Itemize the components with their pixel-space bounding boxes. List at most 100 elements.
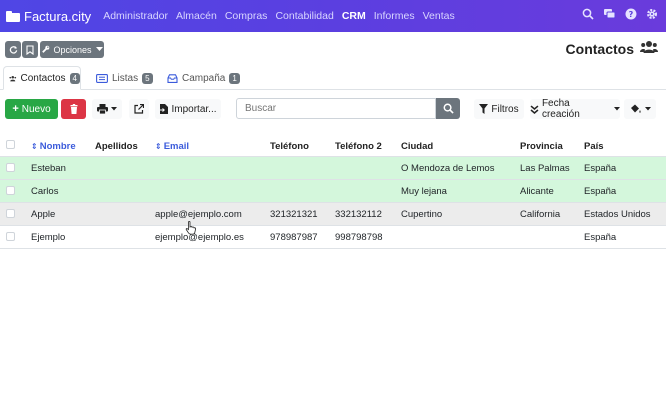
table-row[interactable]: Ejemplo ejemplo@ejemplo.es 978987987 998… bbox=[0, 226, 666, 249]
list-card-icon bbox=[96, 73, 108, 83]
column-header-email-label: Email bbox=[163, 140, 190, 152]
new-button[interactable]: + Nuevo bbox=[5, 99, 58, 119]
gear-icon[interactable] bbox=[646, 8, 658, 20]
tab-campana-count: 1 bbox=[229, 72, 240, 84]
cell-nombre[interactable]: Esteban bbox=[31, 157, 66, 179]
tab-contactos-count: 4 bbox=[69, 72, 80, 84]
menu-item-crm[interactable]: CRM bbox=[342, 10, 366, 22]
tab-campana[interactable]: Campaña 1 bbox=[167, 66, 240, 90]
table-header-row: ⇕ Nombre Apellidos ⇕ Email Teléfono Telé… bbox=[0, 136, 666, 157]
users-icon bbox=[9, 75, 17, 81]
table-row[interactable]: Esteban O Mendoza de Lemos Las Palmas Es… bbox=[0, 157, 666, 180]
color-rules-button[interactable] bbox=[624, 99, 656, 119]
column-header-email[interactable]: ⇕ Email bbox=[155, 136, 189, 156]
navbar-icons: ? bbox=[582, 8, 658, 20]
cell-ciudad: Cupertino bbox=[401, 208, 443, 220]
contacts-table: ⇕ Nombre Apellidos ⇕ Email Teléfono Telé… bbox=[0, 136, 666, 249]
row-checkbox[interactable] bbox=[6, 163, 15, 172]
hand-cursor-icon bbox=[185, 221, 197, 235]
brand[interactable]: Factura.city bbox=[6, 9, 91, 24]
brand-name: Factura.city bbox=[24, 8, 92, 24]
filters-button-label: Filtros bbox=[491, 103, 519, 115]
row-checkbox[interactable] bbox=[6, 232, 15, 241]
options-button[interactable]: Opciones bbox=[40, 41, 104, 58]
cell-nombre[interactable]: Carlos bbox=[31, 180, 58, 202]
sort-button[interactable]: Fecha creación bbox=[530, 98, 620, 120]
cell-telefono2: 332132112 bbox=[335, 208, 382, 220]
tab-contactos[interactable]: Contactos 4 bbox=[3, 66, 81, 90]
import-button[interactable]: Importar... bbox=[155, 99, 221, 119]
external-link-icon bbox=[134, 104, 144, 114]
column-header-telefono2[interactable]: Teléfono 2 bbox=[335, 136, 382, 156]
sort-icon: ⇕ bbox=[155, 141, 162, 151]
search-icon[interactable] bbox=[582, 8, 594, 20]
column-header-apellidos[interactable]: Apellidos bbox=[95, 136, 138, 156]
chat-icon[interactable] bbox=[603, 8, 616, 20]
tab-listas-count: 5 bbox=[142, 72, 153, 84]
cell-provincia: Alicante bbox=[520, 185, 554, 197]
cell-pais: Estados Unidos bbox=[584, 208, 651, 220]
filters-button[interactable]: Filtros bbox=[474, 99, 524, 119]
options-label: Opciones bbox=[53, 44, 92, 55]
search-button[interactable] bbox=[436, 98, 460, 119]
import-button-label: Importar... bbox=[171, 103, 217, 115]
cell-pais: España bbox=[584, 162, 617, 174]
print-button[interactable] bbox=[92, 99, 122, 119]
cell-nombre[interactable]: Apple bbox=[31, 203, 55, 225]
export-button[interactable] bbox=[129, 99, 149, 119]
menu-item-informes[interactable]: Informes bbox=[374, 10, 415, 22]
cell-pais: España bbox=[584, 231, 617, 243]
menu-item-administrador[interactable]: Administrador bbox=[103, 10, 168, 22]
cell-ciudad: O Mendoza de Lemos bbox=[401, 162, 495, 174]
page-title: Contactos bbox=[565, 41, 634, 57]
tab-listas-label: Listas bbox=[112, 72, 139, 84]
delete-button[interactable] bbox=[61, 99, 86, 119]
table-row[interactable]: Carlos Muy lejana Alicante España bbox=[0, 180, 666, 203]
bookmark-button[interactable] bbox=[22, 41, 38, 58]
help-icon[interactable]: ? bbox=[625, 8, 637, 20]
bookmark-icon bbox=[26, 44, 34, 55]
main-menu: Administrador Almacén Compras Contabilid… bbox=[103, 10, 463, 22]
table-row[interactable]: Apple apple@ejemplo.com 321321321 332132… bbox=[0, 203, 666, 226]
tab-bar: Contactos 4 Listas 5 Campaña 1 bbox=[0, 66, 666, 90]
plus-icon: + bbox=[12, 103, 19, 115]
top-navbar: Factura.city Administrador Almacén Compr… bbox=[0, 0, 666, 32]
cell-provincia: Las Palmas bbox=[520, 162, 570, 174]
column-header-ciudad[interactable]: Ciudad bbox=[401, 136, 433, 156]
trash-icon bbox=[70, 104, 77, 114]
tab-listas[interactable]: Listas 5 bbox=[96, 66, 153, 90]
folder-icon bbox=[6, 10, 20, 22]
tab-contactos-label: Contactos bbox=[20, 72, 66, 84]
new-button-label: Nuevo bbox=[21, 103, 51, 115]
menu-item-ventas[interactable]: Ventas bbox=[423, 10, 455, 22]
cell-telefono: 978987987 bbox=[270, 231, 318, 243]
wrench-icon bbox=[42, 45, 50, 53]
tab-campana-label: Campaña bbox=[182, 72, 226, 84]
cell-pais: España bbox=[584, 185, 617, 197]
column-header-pais[interactable]: País bbox=[584, 136, 604, 156]
paint-bucket-icon bbox=[630, 104, 641, 113]
menu-item-contabilidad[interactable]: Contabilidad bbox=[275, 10, 333, 22]
caret-down-icon bbox=[111, 107, 117, 111]
filter-icon bbox=[479, 104, 489, 114]
refresh-button[interactable] bbox=[5, 41, 21, 58]
cell-email: apple@ejemplo.com bbox=[155, 208, 242, 220]
refresh-icon bbox=[9, 45, 17, 54]
row-checkbox[interactable] bbox=[6, 209, 15, 218]
column-header-nombre[interactable]: ⇕ Nombre bbox=[31, 136, 76, 156]
users-icon bbox=[640, 41, 658, 53]
column-header-provincia[interactable]: Provincia bbox=[520, 136, 563, 156]
caret-down-icon bbox=[95, 47, 103, 51]
column-header-telefono[interactable]: Teléfono bbox=[270, 136, 309, 156]
cell-ciudad: Muy lejana bbox=[401, 185, 447, 197]
sort-icon: ⇕ bbox=[31, 141, 38, 151]
menu-item-compras[interactable]: Compras bbox=[225, 10, 268, 22]
search-input[interactable] bbox=[236, 98, 436, 119]
select-all-checkbox[interactable] bbox=[6, 140, 15, 149]
cell-email: ejemplo@ejemplo.es bbox=[155, 231, 244, 243]
column-header-nombre-label: Nombre bbox=[39, 140, 76, 152]
inbox-icon bbox=[167, 73, 178, 83]
menu-item-almacen[interactable]: Almacén bbox=[176, 10, 217, 22]
row-checkbox[interactable] bbox=[6, 186, 15, 195]
cell-nombre[interactable]: Ejemplo bbox=[31, 226, 65, 248]
